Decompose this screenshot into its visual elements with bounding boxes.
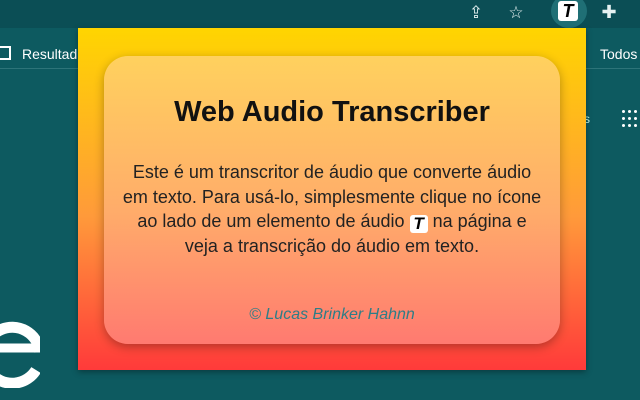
popup-card: Web Audio Transcriber Este é um transcri… (104, 56, 560, 344)
inline-icon-letter: T (413, 214, 424, 233)
bookmark-icon (0, 46, 11, 60)
extension-popup: Web Audio Transcriber Este é um transcri… (78, 28, 586, 370)
star-icon[interactable]: ☆ (504, 2, 528, 24)
popup-title: Web Audio Transcriber (174, 96, 490, 128)
popup-description: Este é um transcritor de áudio que conve… (122, 160, 542, 258)
popup-credit: © Lucas Brinker Hahnn (249, 306, 415, 323)
apps-grid-icon[interactable] (622, 110, 638, 128)
bookmark-todos[interactable]: Todos (600, 46, 637, 62)
extensions-puzzle-icon[interactable]: ✚ (597, 2, 621, 24)
transcriber-extension-icon[interactable]: T (558, 1, 578, 21)
page-logo-letter-e (0, 288, 40, 388)
transcriber-inline-icon: T (409, 214, 428, 233)
browser-toolbar (0, 0, 640, 28)
share-icon[interactable]: ⇪ (464, 2, 488, 24)
extension-letter: T (562, 1, 574, 21)
bookmark-resultados[interactable]: Resultad (22, 46, 77, 62)
